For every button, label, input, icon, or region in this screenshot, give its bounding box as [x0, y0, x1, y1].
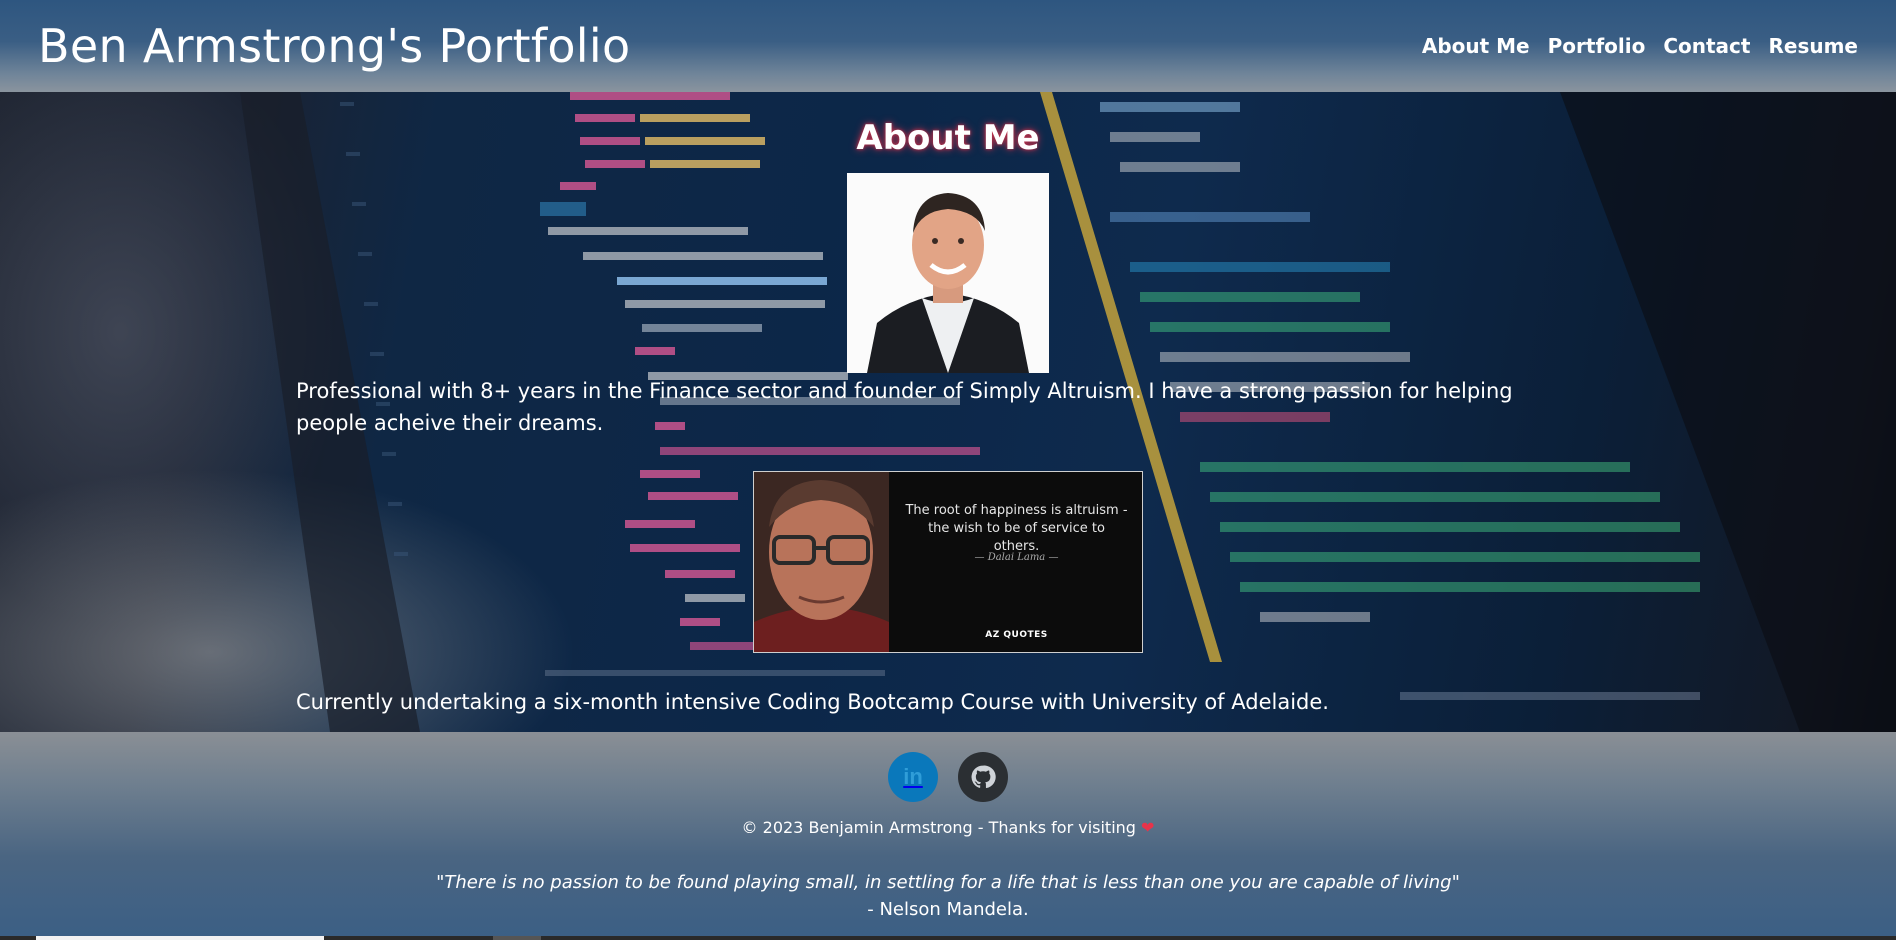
bootcamp-text: Currently undertaking a six-month intens… — [296, 690, 1329, 714]
about-section: About Me Professional with 8+ years in t… — [0, 92, 1896, 732]
dalai-lama-quote-image: The root of happiness is altruism - the … — [753, 471, 1143, 653]
github-icon — [971, 765, 996, 789]
bio-text: Professional with 8+ years in the Financ… — [296, 379, 1513, 435]
about-heading: About Me — [856, 118, 1040, 158]
site-header: Ben Armstrong's Portfolio About Me Portf… — [0, 0, 1896, 92]
linkedin-button[interactable]: in — [888, 752, 938, 802]
azquotes-logo: AZ QUOTES — [985, 630, 1048, 640]
main-nav: About Me Portfolio Contact Resume — [1422, 34, 1858, 58]
site-title: Ben Armstrong's Portfolio — [38, 19, 631, 73]
nav-contact[interactable]: Contact — [1663, 34, 1750, 58]
site-footer: in © 2023 Benjamin Armstrong - Thanks fo… — [0, 732, 1896, 940]
mandela-quote: "There is no passion to be found playing… — [436, 872, 1460, 893]
bottom-scroll-strip — [0, 936, 1896, 940]
bottom-strip-segment — [36, 936, 324, 940]
footer-quote: "There is no passion to be found playing… — [0, 869, 1896, 923]
mandela-author: - Nelson Mandela. — [867, 899, 1029, 920]
linkedin-icon: in — [903, 764, 923, 789]
quote-author: — Dalai Lama — — [974, 552, 1059, 563]
nav-about-me[interactable]: About Me — [1422, 34, 1530, 58]
profile-photo — [847, 173, 1049, 373]
nav-portfolio[interactable]: Portfolio — [1548, 34, 1646, 58]
heart-icon: ❤ — [1141, 818, 1155, 837]
copyright-text: © 2023 Benjamin Armstrong - Thanks for v… — [741, 818, 1155, 837]
bottom-strip-segment-2 — [493, 936, 541, 940]
github-button[interactable] — [958, 752, 1008, 802]
quote-text: The root of happiness is altruism - the … — [905, 503, 1128, 554]
portrait-image — [754, 472, 889, 652]
social-links: in — [0, 752, 1896, 802]
nav-resume[interactable]: Resume — [1768, 34, 1858, 58]
